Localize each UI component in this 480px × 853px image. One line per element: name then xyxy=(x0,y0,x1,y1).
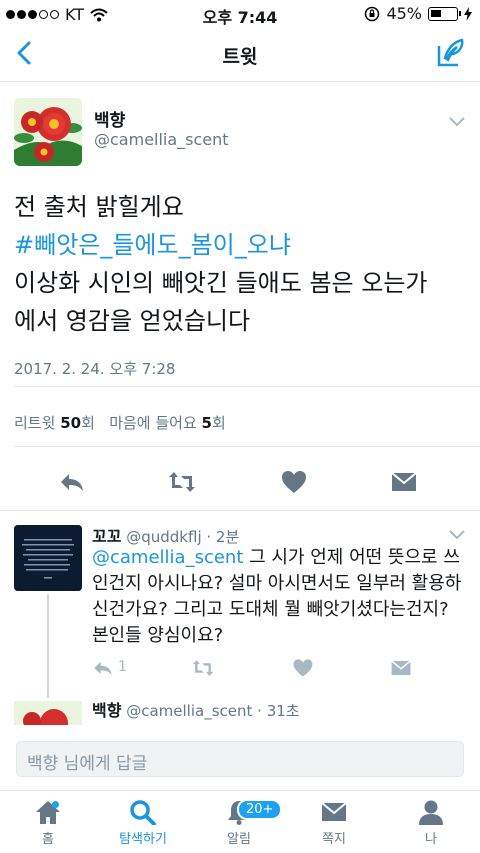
tweet-timestamp: 2017. 2. 24. 오후 7:28 xyxy=(14,360,176,378)
reply-icon[interactable] xyxy=(58,468,86,496)
tab-me[interactable]: 나 xyxy=(391,799,471,847)
thread-line xyxy=(47,594,49,698)
tab-messages[interactable]: 쪽지 xyxy=(294,799,374,847)
reply-author-name[interactable]: 백향 xyxy=(92,701,121,720)
mention-link[interactable]: @camellia_scent xyxy=(92,547,243,568)
notification-badge: 20+ xyxy=(237,799,283,820)
chevron-down-icon[interactable] xyxy=(448,529,466,541)
reply-time: · 31초 xyxy=(257,702,300,720)
divider xyxy=(14,446,480,447)
direct-message-icon[interactable] xyxy=(390,468,418,496)
retweet-icon[interactable] xyxy=(168,468,196,496)
new-dot-indicator xyxy=(52,801,59,808)
retweet-unit: 회 xyxy=(81,414,95,432)
envelope-icon xyxy=(321,802,347,821)
reply-text: @camellia_scent 그 시가 언제 어떤 뜻으로 쓰인건지 아시나요… xyxy=(92,545,464,649)
reply-actions: 1 xyxy=(92,655,472,683)
retweet-icon[interactable] xyxy=(192,657,214,679)
reply-author-handle[interactable]: @camellia_scent xyxy=(126,702,252,720)
tab-explore[interactable]: 탐색하기 xyxy=(103,799,183,847)
hashtag-link[interactable]: #빼앗은_들에도_봄이_오냐 xyxy=(14,226,464,264)
tab-home[interactable]: 홈 xyxy=(8,799,88,847)
tweet-actions xyxy=(0,464,480,500)
reply-header: 백향 @camellia_scent · 31초 xyxy=(92,697,300,721)
tab-label: 홈 xyxy=(42,832,54,847)
tweet-text: 전 출처 밝힐게요 #빼앗은_들에도_봄이_오냐 이상화 시인의 빼앗긴 들애도… xyxy=(14,188,464,340)
reply-author-handle[interactable]: @quddkflj xyxy=(126,528,201,546)
tab-notifications[interactable]: 20+ 알림 xyxy=(199,799,283,847)
chevron-down-icon[interactable] xyxy=(448,116,466,128)
tweet-line: 이상화 시인의 빼앗긴 들애도 봄은 오는가 xyxy=(14,269,428,297)
like-count[interactable]: 5 xyxy=(202,414,212,432)
person-icon xyxy=(419,800,443,825)
like-label[interactable]: 마음에 들어요 xyxy=(109,414,197,432)
tab-label: 쪽지 xyxy=(322,832,346,847)
compose-tweet-icon[interactable] xyxy=(436,38,466,68)
tweet-line: 에서 영감을 얻었습니다 xyxy=(14,307,251,335)
battery-icon xyxy=(428,6,461,21)
avatar[interactable] xyxy=(14,701,82,725)
divider xyxy=(14,386,480,387)
reply-count: 1 xyxy=(118,659,127,675)
tweet-stats: 리트윗 50회 마음에 들어요 5회 xyxy=(14,412,226,433)
text-image-avatar-icon xyxy=(14,525,82,591)
tab-label: 알림 xyxy=(227,832,251,847)
retweet-label[interactable]: 리트윗 xyxy=(14,414,55,432)
nav-bar: 트윗 xyxy=(0,28,480,82)
like-heart-icon[interactable] xyxy=(292,657,314,679)
like-unit: 회 xyxy=(211,414,226,432)
reply-tweet[interactable]: 백향 @camellia_scent · 31초 xyxy=(0,695,480,725)
like-heart-icon[interactable] xyxy=(280,468,308,496)
battery-percent: 45% xyxy=(386,4,422,23)
retweet-count[interactable]: 50 xyxy=(60,414,81,432)
avatar[interactable] xyxy=(14,98,82,166)
reply-time: · 2분 xyxy=(206,528,240,546)
avatar[interactable] xyxy=(14,525,82,591)
reply-input[interactable]: 백향 님에게 답글 xyxy=(16,741,464,777)
tab-bar: 홈 탐색하기 20+ 알림 쪽지 나 xyxy=(0,790,480,853)
tab-label: 나 xyxy=(425,832,437,847)
reply-author-name[interactable]: 꼬꼬 xyxy=(92,527,121,546)
reply-header: 꼬꼬 @quddkflj · 2분 xyxy=(92,523,239,547)
tweet-line: 전 출처 밝힐게요 xyxy=(14,193,184,221)
author-name[interactable]: 백향 xyxy=(94,106,125,131)
page-title: 트윗 xyxy=(222,46,258,68)
reply-icon[interactable] xyxy=(92,657,114,679)
author-handle[interactable]: @camellia_scent xyxy=(94,130,229,149)
divider xyxy=(0,510,480,511)
camellia-avatar-icon xyxy=(14,701,82,725)
status-bar: KT 오후 7:44 45% xyxy=(0,0,480,28)
charging-bolt-icon xyxy=(464,6,472,21)
direct-message-icon[interactable] xyxy=(390,657,412,679)
camellia-avatar-icon xyxy=(14,98,82,166)
search-icon xyxy=(130,800,156,825)
tab-label: 탐색하기 xyxy=(119,832,167,847)
rotation-lock-icon xyxy=(365,6,380,21)
status-right: 45% xyxy=(364,4,472,23)
